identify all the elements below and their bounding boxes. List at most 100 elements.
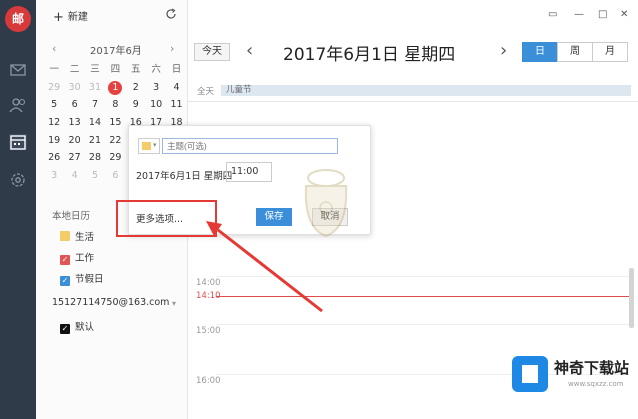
weekday-header: 二	[69, 64, 80, 75]
prev-day-button[interactable]: ‹	[246, 40, 253, 61]
contacts-icon[interactable]	[9, 97, 27, 113]
save-button[interactable]: 保存	[256, 208, 292, 226]
feedback-icon[interactable]: ▭	[548, 9, 557, 20]
minimize-button[interactable]: —	[574, 9, 584, 20]
current-time-label: 14:10	[196, 291, 221, 301]
mini-calendar-day[interactable]: 15	[105, 114, 125, 132]
mini-calendar-day[interactable]: 13	[64, 114, 84, 132]
calendar-item-label: 默认	[75, 322, 95, 333]
allday-divider	[188, 101, 638, 102]
hour-line	[216, 324, 629, 325]
app-logo: 邮	[5, 6, 31, 32]
color-swatch	[142, 142, 151, 150]
view-tab[interactable]: 月	[592, 42, 628, 62]
mini-calendar-day[interactable]: 19	[44, 132, 64, 150]
calendar-item[interactable]: ✓ 节假日	[60, 271, 104, 286]
calendar-item[interactable]: ✓ 工作	[60, 250, 94, 265]
new-event-button[interactable]: + 新建	[53, 8, 88, 25]
mini-calendar-day[interactable]: 29	[44, 79, 64, 97]
today-button[interactable]: 今天	[194, 43, 230, 61]
event-date: 2017年6月1日 星期四	[136, 171, 233, 182]
box-logo-icon	[512, 356, 548, 392]
mini-calendar-day[interactable]: 7	[85, 96, 105, 114]
mini-calendar-day[interactable]: 6	[64, 96, 84, 114]
annotation-highlight-box	[116, 200, 217, 237]
checkbox[interactable]: ✓	[60, 255, 70, 265]
next-day-button[interactable]: ›	[500, 40, 507, 61]
vertical-scrollbar[interactable]	[629, 268, 634, 328]
hour-line	[216, 276, 629, 277]
checkbox[interactable]: ✓	[60, 276, 70, 286]
mini-calendar-day[interactable]: 5	[85, 167, 105, 185]
close-button[interactable]: ✕	[620, 9, 628, 20]
allday-event-title: 儿童节	[226, 85, 252, 95]
mini-prev-month-button[interactable]: ‹	[52, 42, 56, 55]
mini-calendar-day[interactable]: 9	[126, 96, 146, 114]
hour-label: 16:00	[196, 376, 221, 386]
allday-event-bar[interactable]	[221, 85, 631, 96]
watermark: 神奇下载站 www.sqxzz.com	[512, 356, 638, 398]
mini-calendar-day[interactable]: 28	[85, 149, 105, 167]
mini-calendar-day[interactable]: 27	[64, 149, 84, 167]
event-title-input[interactable]	[162, 138, 338, 154]
account-collapse-icon[interactable]: ▾	[172, 299, 176, 308]
account-email: 15127114750@163.com	[52, 297, 170, 308]
calendar-item-label: 生活	[75, 232, 95, 243]
event-time-field[interactable]: 11:00	[226, 162, 272, 182]
pot-doodle-image	[304, 169, 348, 238]
mini-calendar-day[interactable]: 4	[166, 79, 186, 97]
mini-calendar-day[interactable]: 30	[64, 79, 84, 97]
mini-calendar-day[interactable]: 3	[44, 167, 64, 185]
calendar-color-select[interactable]: ▾	[138, 138, 160, 154]
mini-calendar-today[interactable]: 1	[105, 79, 125, 97]
calendar-app: 邮 + 新建 ‹ 2017年6月 › 一二三四 五 六 日 29 30 31 1…	[0, 0, 638, 419]
mini-calendar-day[interactable]: 20	[64, 132, 84, 150]
mini-calendar-day[interactable]: 5	[44, 96, 64, 114]
allday-label: 全天	[197, 87, 215, 97]
current-time-line	[216, 296, 629, 297]
mini-calendar-day[interactable]: 26	[44, 149, 64, 167]
mini-next-month-button[interactable]: ›	[170, 42, 174, 55]
mini-calendar-day[interactable]: 12	[44, 114, 64, 132]
weekday-header: 三	[90, 64, 100, 75]
mini-calendar-day[interactable]: 2	[126, 79, 146, 97]
mini-calendar-day[interactable]: 10	[146, 96, 166, 114]
mini-calendar-day[interactable]: 4	[64, 167, 84, 185]
mini-calendar-day[interactable]: 14	[85, 114, 105, 132]
chevron-down-icon: ▾	[153, 141, 157, 149]
mini-calendar-day[interactable]: 21	[85, 132, 105, 150]
left-rail: 邮	[0, 0, 36, 419]
weekday-header: 四	[110, 64, 121, 75]
mini-calendar-day[interactable]: 11	[166, 96, 186, 114]
calendar-icon[interactable]	[9, 134, 27, 150]
mini-calendar-day[interactable]: 3	[146, 79, 166, 97]
calendar-item-label: 节假日	[75, 274, 104, 285]
mini-calendar-day[interactable]: 29	[105, 149, 125, 167]
mini-calendar-day[interactable]: 31	[85, 79, 105, 97]
weekday-header: 一	[49, 64, 59, 75]
checkbox[interactable]	[60, 231, 70, 241]
calendar-item[interactable]: 生活	[60, 229, 94, 243]
mini-calendar-title: 2017年6月	[90, 46, 142, 57]
mini-calendar-day[interactable]: 8	[105, 96, 125, 114]
plus-icon: +	[53, 10, 64, 25]
view-tab[interactable]: 周	[557, 42, 593, 62]
page-title: 2017年6月1日 星期四	[283, 45, 456, 65]
watermark-url: www.sqxzz.com	[568, 380, 624, 388]
watermark-title: 神奇下载站	[554, 359, 630, 377]
hour-label: 15:00	[196, 326, 221, 336]
weekday-header: 日	[171, 64, 182, 75]
settings-icon[interactable]	[9, 172, 27, 188]
maximize-button[interactable]: □	[598, 9, 607, 20]
mini-calendar-day[interactable]: 6	[105, 167, 125, 185]
weekday-header: 六	[151, 64, 161, 75]
checkbox[interactable]: ✓	[60, 324, 70, 334]
refresh-icon[interactable]	[165, 8, 177, 20]
weekday-header: 五	[131, 64, 141, 75]
mail-icon[interactable]	[9, 62, 27, 78]
calendar-item-label: 工作	[75, 253, 95, 264]
calendar-item[interactable]: ✓ 默认	[60, 319, 94, 334]
view-tab[interactable]: 日	[522, 42, 558, 62]
mini-calendar-day[interactable]: 22	[105, 132, 125, 150]
new-event-label: 新建	[67, 12, 88, 23]
